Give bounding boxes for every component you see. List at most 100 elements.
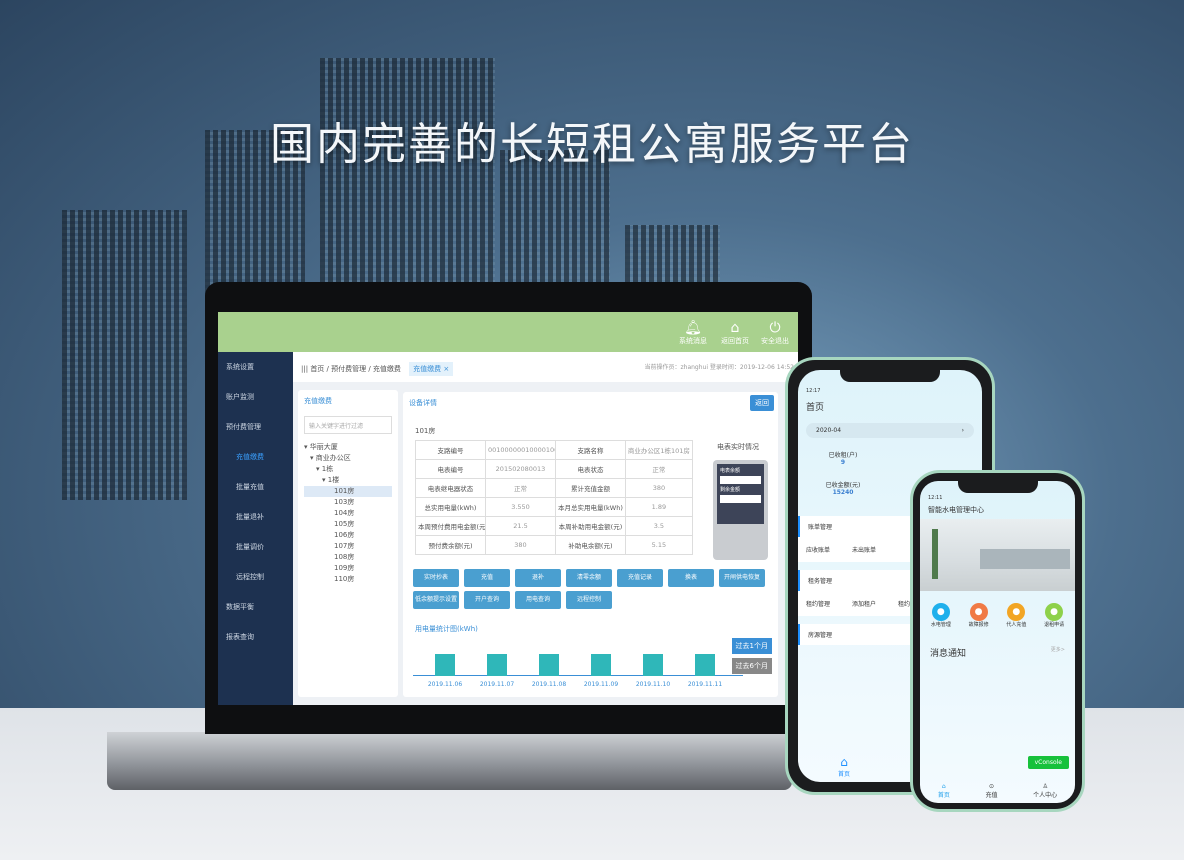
cell-value: 00100000010000100000...: [485, 440, 556, 460]
tab-recharge[interactable]: 充值缴费 ×: [409, 362, 454, 376]
chart-bar: [591, 654, 611, 676]
tree-node[interactable]: 101房: [304, 486, 392, 497]
meter-info-table: 支路编号00100000010000100000...支路名称商业办公区1栋10…: [415, 440, 693, 555]
action-button[interactable]: 开户查询: [464, 591, 510, 609]
messages-button[interactable]: 🔔︎ 系统消息: [673, 320, 713, 346]
sidebar-item[interactable]: 远程控制: [218, 562, 293, 592]
cell-value: 201502080013: [485, 459, 556, 479]
month-selector[interactable]: 2020-04 ›: [806, 423, 974, 438]
cell-value: 3.550: [485, 497, 556, 517]
cell-label: 本月总实用电量(kWh): [555, 497, 626, 517]
sidebar-item[interactable]: 充值缴费: [218, 442, 293, 472]
home-button[interactable]: ⌂ 返回首页: [715, 320, 755, 346]
x-tick-label: 2019.11.09: [583, 681, 619, 688]
action-label: 故障报修: [968, 622, 989, 628]
tree-node[interactable]: 105房: [304, 519, 392, 530]
tree-node[interactable]: 106房: [304, 530, 392, 541]
cell-label: 本周预付费用电金额(元): [415, 516, 486, 536]
menu-toggle-icon[interactable]: |||: [301, 365, 308, 373]
quick-action[interactable]: ● 代人充值: [1006, 603, 1026, 628]
sidebar-item[interactable]: 系统设置: [218, 352, 293, 382]
table-row: 电表继电器状态 正常 累计充值金额 380: [415, 478, 693, 498]
action-icon: ●: [1045, 603, 1064, 621]
filter-input[interactable]: 输入关键字进行过滤: [304, 416, 392, 434]
phone-tenant: 12:11 智能水电管理中心 ● 水电管理 ● 故障报修 ● 代人充值 ● 退租申请 消息通知…: [910, 470, 1085, 812]
cell-label: 支路名称: [555, 440, 626, 460]
page-title: 智能水电管理中心: [928, 506, 984, 514]
action-icon: ●: [1007, 603, 1026, 621]
action-button[interactable]: 退补: [515, 569, 561, 587]
past-6-months-button[interactable]: 过去6个月: [731, 658, 772, 674]
sidebar-item[interactable]: 批量调价: [218, 532, 293, 562]
tab-home[interactable]: ⌂ 首页: [838, 755, 850, 778]
action-button[interactable]: 实时抄表: [413, 569, 459, 587]
x-tick-label: 2019.11.07: [479, 681, 515, 688]
tree-node[interactable]: 110房: [304, 574, 392, 585]
recharge-icon: ⊙: [988, 783, 994, 790]
tree-node[interactable]: ▾ 商业办公区: [304, 453, 392, 464]
action-buttons: 实时抄表 充值 退补 清零余额 充值记录 换表 开闸供电恢复低余额提示设置 开户查询 用电查询远…: [413, 569, 773, 613]
x-axis: [413, 675, 743, 676]
cell-value: 5.15: [624, 535, 693, 555]
action-button[interactable]: 用电查询: [515, 591, 561, 609]
action-button[interactable]: 开闸供电恢复: [719, 569, 765, 587]
table-row: 支路编号00100000010000100000...支路名称商业办公区1栋10…: [415, 440, 693, 460]
sidebar-item[interactable]: 报表查询: [218, 622, 293, 652]
lease-management[interactable]: 租约管理: [806, 599, 830, 608]
table-row: 电表编号 201502080013 电表状态 正常: [415, 459, 693, 479]
quick-action[interactable]: ● 故障报修: [969, 603, 989, 628]
cell-label: 本周补助用电金额(元): [555, 516, 626, 536]
sidebar-item[interactable]: 账户监测: [218, 382, 293, 412]
building-graphic: [62, 210, 187, 500]
tree-node[interactable]: 109房: [304, 563, 392, 574]
action-label: 水电管理: [930, 622, 951, 628]
unissued-bills[interactable]: 未出账单: [852, 545, 876, 554]
logout-button[interactable]: ⏻ 安全退出: [755, 320, 795, 346]
sidebar-item[interactable]: 预付费管理: [218, 412, 293, 442]
top-header: 🔔︎ 系统消息 ⌂ 返回首页 ⏻ 安全退出: [218, 312, 798, 352]
tree-node[interactable]: ▾ 1楼: [304, 475, 392, 486]
cell-value: 3.5: [624, 516, 693, 536]
sidebar-item[interactable]: 数据平衡: [218, 592, 293, 622]
usage-chart: 2019.11.06 2019.11.07 2019.11.08 2019.11.09…: [413, 624, 743, 694]
cell-value: 380: [485, 535, 556, 555]
tab-home[interactable]: ⌂ 首页: [938, 783, 950, 799]
building-tree: ▾ 华丽大厦 ▾ 商业办公区 ▾ 1栋 ▾ 1楼 101房 103房 104房 105房 106…: [304, 442, 392, 585]
sidebar-item[interactable]: 批量退补: [218, 502, 293, 532]
action-button[interactable]: 充值记录: [617, 569, 663, 587]
x-tick-label: 2019.11.11: [687, 681, 723, 688]
tree-node[interactable]: ▾ 华丽大厦: [304, 442, 392, 453]
tree-node[interactable]: 108房: [304, 552, 392, 563]
action-button[interactable]: 低余额提示设置: [413, 591, 459, 609]
past-1-month-button[interactable]: 过去1个月: [731, 638, 772, 654]
laptop: 🔔︎ 系统消息 ⌂ 返回首页 ⏻ 安全退出 系统设置 账户监测 预付费管理 充值缴费 批量充值…: [205, 282, 812, 734]
action-button[interactable]: 清零余额: [566, 569, 612, 587]
chart-bar: [695, 654, 715, 676]
action-button[interactable]: 远程控制: [566, 591, 612, 609]
lease-item[interactable]: 租约: [898, 599, 910, 608]
add-tenant[interactable]: 添加租户: [852, 599, 876, 608]
receivable-bills[interactable]: 应收账单: [806, 545, 830, 554]
cell-label: 支路编号: [415, 440, 486, 460]
action-button[interactable]: 充值: [464, 569, 510, 587]
quick-action[interactable]: ● 水电管理: [931, 603, 951, 628]
tree-node[interactable]: 103房: [304, 497, 392, 508]
tree-node[interactable]: 104房: [304, 508, 392, 519]
panel-title: 充值缴费: [304, 397, 332, 405]
sidebar-item[interactable]: 批量充值: [218, 472, 293, 502]
tab-profile[interactable]: ♙ 个人中心: [1033, 783, 1057, 799]
power-icon: ⏻: [769, 320, 781, 336]
cell-label: 电表继电器状态: [415, 478, 486, 498]
table-row: 预付费余额(元) 380 补助电余额(元) 5.15: [415, 535, 693, 555]
cell-label: 电表编号: [415, 459, 486, 479]
back-button[interactable]: 返回: [750, 395, 774, 411]
cell-value: 21.5: [485, 516, 556, 536]
tree-node[interactable]: ▾ 1栋: [304, 464, 392, 475]
quick-action[interactable]: ● 退租申请: [1044, 603, 1064, 628]
tab-recharge[interactable]: ⊙ 充值: [985, 783, 997, 799]
tree-panel: 充值缴费 输入关键字进行过滤 ▾ 华丽大厦 ▾ 商业办公区 ▾ 1栋 ▾ 1楼 101房…: [298, 390, 398, 697]
more-link[interactable]: 更多>: [1051, 646, 1065, 653]
action-button[interactable]: 换表: [668, 569, 714, 587]
vconsole-button[interactable]: vConsole: [1027, 756, 1069, 769]
tree-node[interactable]: 107房: [304, 541, 392, 552]
